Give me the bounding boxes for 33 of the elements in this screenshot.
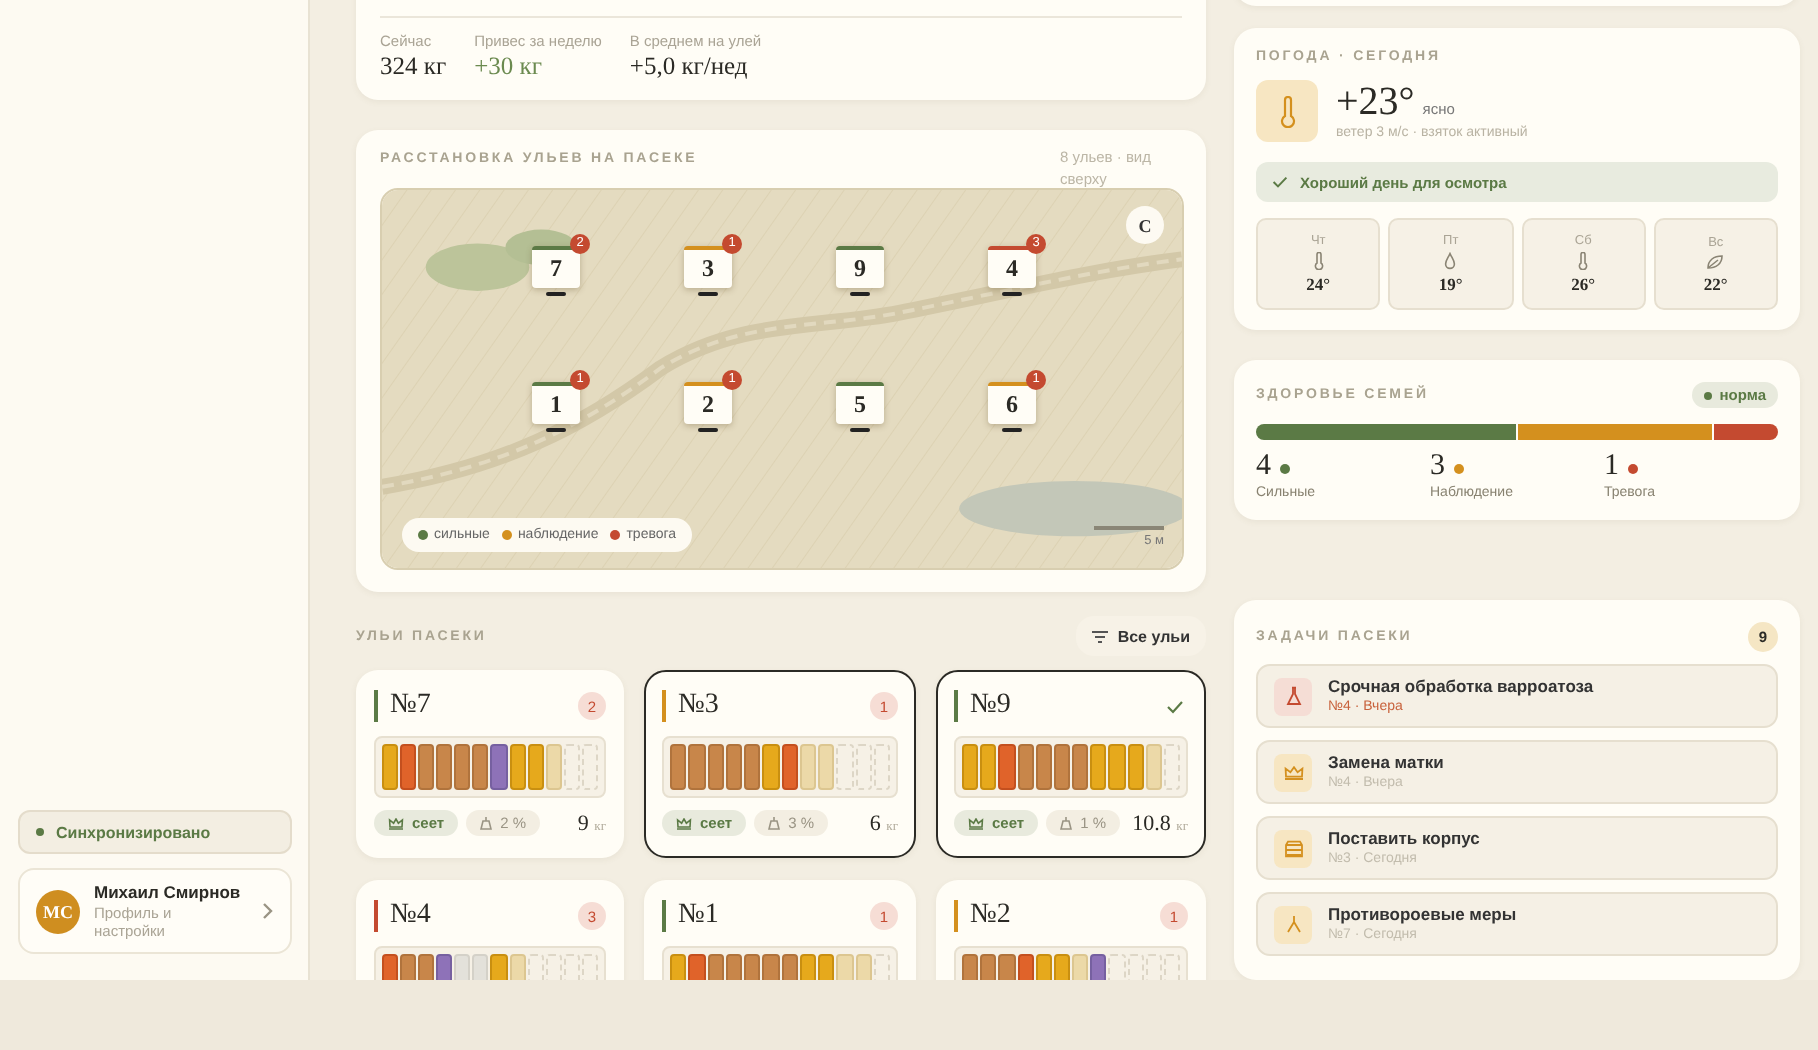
forecast-temperature: 26° xyxy=(1571,274,1596,294)
stat-value: +30 кг xyxy=(474,52,544,82)
sync-status: Синхронизировано xyxy=(18,810,292,854)
group-count: 1 xyxy=(1604,450,1619,484)
hive-marker[interactable]: 6 xyxy=(988,382,1036,424)
task-title: Замена матки xyxy=(1328,751,1444,774)
hive-name: №9 xyxy=(970,690,1013,722)
hive-marker[interactable]: 4 xyxy=(988,246,1036,288)
task-title: Поставить корпус xyxy=(1328,827,1480,850)
forecast-temperature: 19° xyxy=(1438,274,1463,294)
temperature: +23° xyxy=(1336,82,1415,122)
stat-value: +5,0 кг/нед xyxy=(629,52,750,82)
hive-marker[interactable]: 1 xyxy=(532,382,580,424)
hive-marker[interactable]: 2 xyxy=(684,382,732,424)
forecast-temperature: 24° xyxy=(1306,274,1331,294)
hive-marker[interactable]: 5 xyxy=(836,382,884,424)
user-name: Михаил Смирнов xyxy=(94,882,243,904)
hive-name: №2 xyxy=(970,900,1013,932)
forecast-temperature: 22° xyxy=(1703,273,1728,293)
task-title: Противороевые меры xyxy=(1328,903,1517,926)
group-count: 4 xyxy=(1256,450,1271,484)
task-title: Срочная обработка варроатоза xyxy=(1328,675,1594,698)
hive-marker[interactable]: 9 xyxy=(836,246,884,288)
hive-marker[interactable]: 7 xyxy=(532,246,580,288)
avatar: МС xyxy=(36,889,80,933)
group-count: 3 xyxy=(1430,450,1445,484)
hive-name: №7 xyxy=(390,690,433,722)
hive-name: №4 xyxy=(390,900,433,932)
filter-button[interactable]: Все ульи xyxy=(1075,616,1206,656)
stat-value: 324 кг xyxy=(380,52,447,82)
hive-marker[interactable]: 3 xyxy=(684,246,732,288)
hive-name: №3 xyxy=(678,690,721,722)
hive-name: №1 xyxy=(678,900,721,932)
